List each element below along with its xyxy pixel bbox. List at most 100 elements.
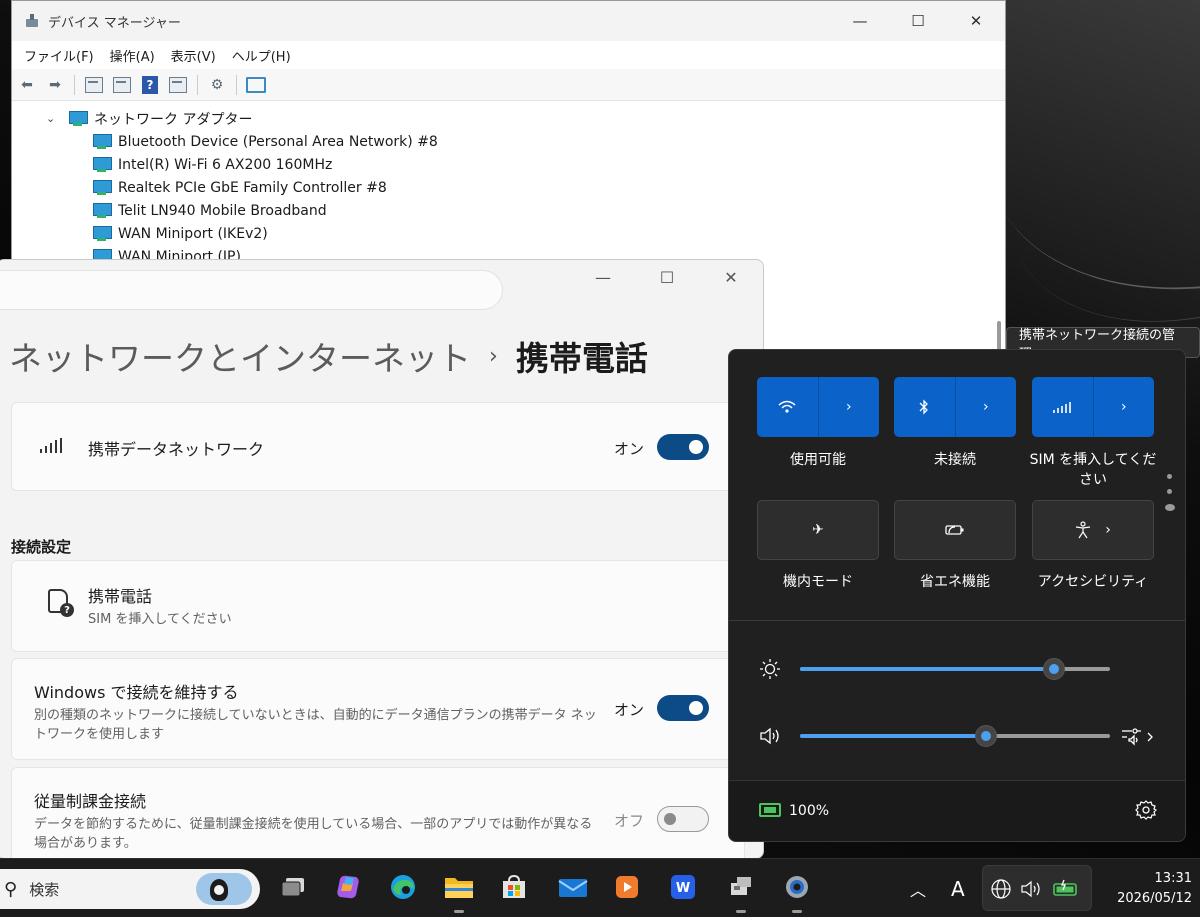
battery-percentage[interactable]: 100% — [789, 803, 829, 819]
menu-view[interactable]: 表示(V) — [163, 46, 224, 65]
forward-arrow-icon[interactable]: ➡ — [44, 74, 66, 96]
breadcrumb-separator: › — [489, 343, 498, 369]
page-indicator[interactable] — [1165, 474, 1175, 521]
cellular-data-card[interactable]: 携帯データネットワーク オン — [11, 402, 745, 491]
maximize-button[interactable]: ☐ — [889, 12, 947, 30]
bluetooth-icon[interactable] — [894, 377, 955, 437]
battery-charging-icon[interactable] — [1052, 879, 1080, 901]
brightness-icon — [759, 658, 781, 684]
file-explorer-icon[interactable] — [443, 871, 475, 913]
window-title: デバイス マネージャー — [48, 15, 181, 31]
airplane-mode-tile[interactable]: ✈ — [757, 500, 879, 560]
search-placeholder: 検索 — [29, 880, 60, 899]
chevron-right-icon[interactable]: › — [954, 377, 1017, 437]
device-manager-taskbar-icon[interactable] — [725, 871, 757, 913]
settings-app-icon[interactable] — [781, 871, 813, 913]
brightness-slider[interactable] — [800, 658, 1110, 680]
update-driver-icon[interactable]: ⚙ — [206, 74, 228, 96]
setting-description: 別の種類のネットワークに接続していないときは、自動的にデータ通信プランの携帯デー… — [34, 708, 597, 742]
device-manager-app-icon — [24, 13, 40, 29]
cellular-data-toggle[interactable] — [657, 434, 709, 460]
search-highlight-image[interactable] — [196, 873, 252, 905]
chevron-up-icon[interactable]: ︿ — [910, 859, 926, 917]
wps-office-icon[interactable]: W — [667, 871, 699, 903]
airplane-icon: ✈ — [812, 522, 824, 538]
scan-hardware-icon[interactable] — [245, 74, 267, 96]
bluetooth-tile[interactable]: › — [894, 377, 1016, 437]
mail-icon[interactable] — [557, 871, 589, 903]
chevron-right-icon[interactable]: › — [1092, 377, 1155, 437]
settings-gear-icon[interactable] — [1135, 799, 1158, 825]
tile-label: 省エネ機能 — [920, 574, 990, 590]
chevron-right-icon[interactable]: › — [817, 377, 880, 437]
volume-icon[interactable] — [1020, 880, 1042, 902]
volume-slider-thumb[interactable] — [975, 725, 997, 747]
cellular-card[interactable]: ? 携帯電話 SIM を挿入してください — [11, 560, 745, 652]
task-view-icon[interactable] — [277, 871, 309, 903]
setting-description: データを節約するために、従量制課金接続を使用している場合、一部のアプリでは動作が… — [34, 817, 593, 851]
help-icon[interactable]: ? — [139, 74, 161, 96]
brightness-slider-fill — [800, 667, 1055, 671]
cellular-icon[interactable] — [1032, 377, 1093, 437]
metered-connection-card[interactable]: 従量制課金接続 データを節約するために、従量制課金接続を使用している場合、一部の… — [11, 767, 745, 858]
tree-item[interactable]: WAN Miniport (IKEv2) — [12, 222, 1005, 245]
sim-card-icon: ? — [48, 589, 74, 617]
tree-item[interactable]: Intel(R) Wi-Fi 6 AX200 160MHz — [12, 153, 1005, 176]
close-button[interactable]: ✕ — [699, 268, 763, 287]
battery-saver-tile[interactable] — [894, 500, 1016, 560]
device-manager-titlebar[interactable]: デバイス マネージャー — ☐ ✕ — [12, 1, 1005, 41]
tile-label: 機内モード — [783, 574, 853, 590]
microsoft-store-icon[interactable] — [498, 871, 530, 903]
brightness-slider-thumb[interactable] — [1043, 658, 1066, 680]
taskbar-search-box[interactable]: ⚲ 検索 — [0, 869, 260, 909]
network-adapter-icon — [92, 156, 112, 173]
menu-action[interactable]: 操作(A) — [102, 46, 163, 65]
ime-indicator[interactable]: A — [951, 859, 965, 917]
maximize-button[interactable]: ☐ — [635, 268, 699, 287]
action-pane-icon[interactable] — [167, 74, 189, 96]
minimize-button[interactable]: — — [571, 268, 635, 287]
cellular-tile[interactable]: › — [1032, 377, 1154, 437]
tree-category-network-adapters[interactable]: ⌄ ネットワーク アダプター — [12, 107, 1005, 130]
settings-search-box[interactable] — [0, 270, 503, 310]
signal-bars-icon — [40, 438, 64, 453]
properties-icon[interactable] — [111, 74, 133, 96]
wifi-icon[interactable] — [757, 377, 818, 437]
network-adapter-icon — [92, 225, 112, 242]
keep-connected-toggle[interactable] — [657, 695, 709, 721]
tree-item[interactable]: Realtek PCIe GbE Family Controller #8 — [12, 176, 1005, 199]
back-arrow-icon[interactable]: ⬅ — [16, 74, 38, 96]
volume-slider[interactable] — [800, 725, 1110, 747]
setting-label: 従量制課金接続 — [34, 792, 147, 811]
page-dot[interactable] — [1167, 474, 1172, 479]
keep-connected-card[interactable]: Windows で接続を維持する 別の種類のネットワークに接続していないときは、… — [11, 658, 745, 760]
edge-browser-icon[interactable] — [387, 871, 419, 903]
page-dot[interactable] — [1167, 489, 1172, 494]
metered-connection-toggle[interactable] — [657, 806, 709, 832]
speaker-icon[interactable] — [759, 727, 781, 749]
menu-file[interactable]: ファイル(F) — [16, 46, 102, 65]
chevron-down-icon[interactable]: ⌄ — [46, 112, 58, 125]
copilot-icon[interactable] — [332, 871, 364, 903]
tree-item[interactable]: Telit LN940 Mobile Broadband — [12, 199, 1005, 222]
tree-item[interactable]: Bluetooth Device (Personal Area Network)… — [12, 130, 1005, 153]
accessibility-tile[interactable]: › — [1032, 500, 1154, 560]
network-globe-icon[interactable] — [990, 878, 1012, 904]
menu-help[interactable]: ヘルプ(H) — [224, 46, 299, 65]
show-hide-console-tree-icon[interactable] — [83, 74, 105, 96]
settings-titlebar[interactable]: — ☐ ✕ — [0, 260, 763, 310]
tree-item-label: Telit LN940 Mobile Broadband — [118, 202, 327, 219]
breadcrumb-parent[interactable]: ネットワークとインターネット — [9, 332, 471, 380]
quick-settings-panel: › › › 使用可能 未接続 SIM を挿入してください ✈ › 機内モード 省… — [728, 349, 1186, 842]
minimize-button[interactable]: — — [831, 12, 889, 30]
menu-bar: ファイル(F) 操作(A) 表示(V) ヘルプ(H) — [12, 41, 1005, 69]
audio-output-icon[interactable] — [1121, 726, 1157, 750]
setting-label: 携帯電話 — [88, 587, 153, 606]
close-button[interactable]: ✕ — [947, 12, 1005, 30]
clock[interactable]: 13:31 2026/05/12 — [1092, 869, 1192, 909]
wifi-tile[interactable]: › — [757, 377, 879, 437]
tree-item-label: Realtek PCIe GbE Family Controller #8 — [118, 179, 387, 196]
toolbar-divider — [74, 74, 75, 95]
next-page-arrow-icon[interactable] — [1165, 504, 1175, 511]
media-player-icon[interactable] — [611, 871, 643, 903]
